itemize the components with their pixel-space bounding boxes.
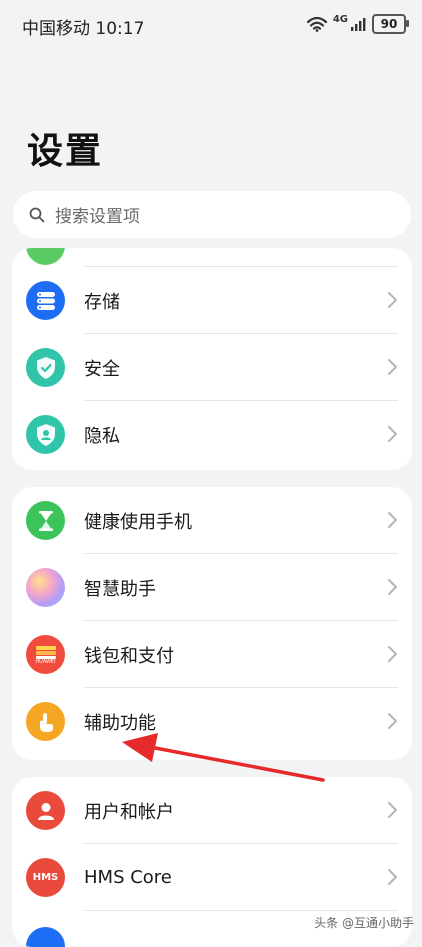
network-type: 4G [332, 14, 348, 25]
settings-item-accessibility[interactable]: 辅助功能 [12, 688, 412, 755]
settings-item-users-accounts[interactable]: 用户和帐户 [12, 777, 412, 844]
wallet-icon-text: HUAWEI [35, 658, 56, 665]
settings-item-label: 安全 [84, 358, 120, 380]
status-icons: 4G 90 [306, 14, 409, 34]
divider [84, 910, 398, 911]
user-icon [26, 791, 65, 830]
settings-item-security[interactable]: 安全 [12, 334, 412, 401]
chevron-right-icon [388, 869, 397, 885]
page-title: 设置 [27, 131, 104, 172]
settings-item-wallet[interactable]: HUAWEI 钱包和支付 [12, 621, 412, 688]
chevron-right-icon [388, 512, 397, 528]
chevron-right-icon [388, 579, 397, 595]
settings-item-digital-balance[interactable]: 健康使用手机 [12, 487, 412, 554]
partial-icon [26, 927, 65, 947]
settings-item-privacy[interactable]: 隐私 [12, 401, 412, 468]
chevron-right-icon [388, 713, 397, 729]
hms-icon: HMS [26, 858, 65, 897]
privacy-shield-icon [26, 415, 65, 454]
search-icon [29, 207, 45, 222]
chevron-right-icon [388, 802, 397, 818]
partial-icon [26, 248, 65, 265]
watermark: 头条 @互通小助手 [314, 916, 414, 930]
settings-item-label: 钱包和支付 [84, 645, 174, 667]
settings-item-label: 用户和帐户 [84, 801, 174, 823]
hourglass-icon [26, 501, 65, 540]
assistant-orb-icon [26, 568, 65, 607]
chevron-right-icon [388, 292, 397, 308]
settings-item-storage[interactable]: 存储 [12, 267, 412, 334]
carrier-time: 中国移动 10:17 [22, 19, 145, 39]
settings-group-device: 存储 安全 隐私 [12, 248, 412, 470]
security-shield-icon [26, 348, 65, 387]
settings-item-label: 辅助功能 [84, 712, 156, 734]
settings-group-services: 健康使用手机 智慧助手 HUAWEI 钱包和支付 辅助功能 [12, 487, 412, 760]
search-bar[interactable]: 搜索设置项 [13, 191, 411, 238]
signal-icon [351, 18, 366, 31]
chevron-right-icon [388, 426, 397, 442]
chevron-right-icon [388, 646, 397, 662]
settings-item-label: 存储 [84, 291, 120, 313]
battery-indicator: 90 [372, 14, 409, 34]
storage-icon [26, 281, 65, 320]
hand-pointer-icon [26, 702, 65, 741]
settings-item-hms-core[interactable]: HMS HMS Core [12, 844, 412, 911]
settings-item-assistant[interactable]: 智慧助手 [12, 554, 412, 621]
wallet-icon: HUAWEI [26, 635, 65, 674]
wifi-icon [306, 16, 327, 32]
chevron-right-icon [388, 359, 397, 375]
hms-icon-text: HMS [32, 872, 59, 883]
settings-item-label: HMS Core [84, 867, 172, 888]
settings-item-label: 隐私 [84, 425, 120, 447]
settings-item-label: 健康使用手机 [84, 511, 192, 533]
settings-item-label: 智慧助手 [84, 578, 156, 600]
status-bar: 中国移动 10:17 4G 90 [0, 0, 422, 52]
search-placeholder: 搜索设置项 [55, 207, 140, 227]
